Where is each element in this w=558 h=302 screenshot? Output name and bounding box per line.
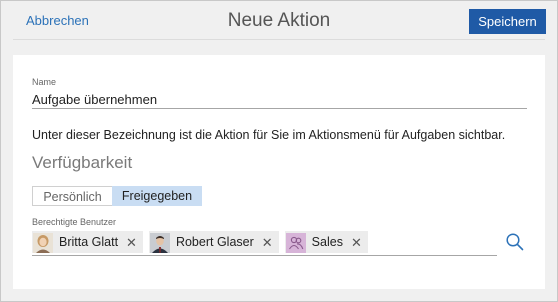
user-chip-name: Robert Glaser bbox=[175, 235, 254, 249]
group-chip: Sales ✕ bbox=[284, 231, 368, 253]
availability-heading: Verfügbarkeit bbox=[32, 153, 133, 172]
form-panel: Name Aufgabe übernehmen Unter dieser Bez… bbox=[13, 55, 545, 289]
group-chip-name: Sales bbox=[311, 235, 343, 249]
remove-user-button[interactable]: ✕ bbox=[262, 236, 273, 249]
person-photo-icon bbox=[149, 232, 170, 253]
group-icon bbox=[288, 236, 303, 249]
name-input-underline bbox=[32, 108, 527, 109]
avatar bbox=[285, 232, 306, 253]
save-button[interactable]: Speichern bbox=[469, 9, 546, 34]
dialog-frame: Abbrechen Neue Aktion Speichern Name Auf… bbox=[0, 0, 558, 302]
avatar bbox=[149, 232, 170, 253]
name-label: Name bbox=[32, 77, 57, 87]
avatar bbox=[33, 232, 53, 253]
name-hint: Unter dieser Bezeichnung ist die Aktion … bbox=[32, 128, 506, 142]
search-icon bbox=[506, 233, 524, 251]
people-picker-underline bbox=[32, 255, 497, 256]
availability-option-personal[interactable]: Persönlich bbox=[32, 186, 112, 206]
remove-group-button[interactable]: ✕ bbox=[351, 236, 362, 249]
search-button[interactable] bbox=[505, 232, 525, 252]
availability-option-shared[interactable]: Freigegeben bbox=[112, 186, 202, 206]
user-chip: Robert Glaser ✕ bbox=[148, 231, 279, 253]
name-input[interactable]: Aufgabe übernehmen bbox=[32, 92, 157, 107]
users-label: Berechtigte Benutzer bbox=[32, 217, 117, 227]
user-chip-name: Britta Glatt bbox=[59, 235, 119, 249]
header-divider bbox=[13, 39, 545, 40]
people-picker[interactable]: Britta Glatt ✕ Robert Glaser ✕ Sales ✕ bbox=[32, 231, 368, 253]
dialog-header: Abbrechen Neue Aktion Speichern bbox=[1, 1, 557, 39]
availability-toggle: Persönlich Freigegeben bbox=[32, 186, 202, 206]
user-chip: Britta Glatt ✕ bbox=[32, 231, 143, 253]
person-photo-icon bbox=[33, 232, 53, 253]
remove-user-button[interactable]: ✕ bbox=[126, 236, 137, 249]
